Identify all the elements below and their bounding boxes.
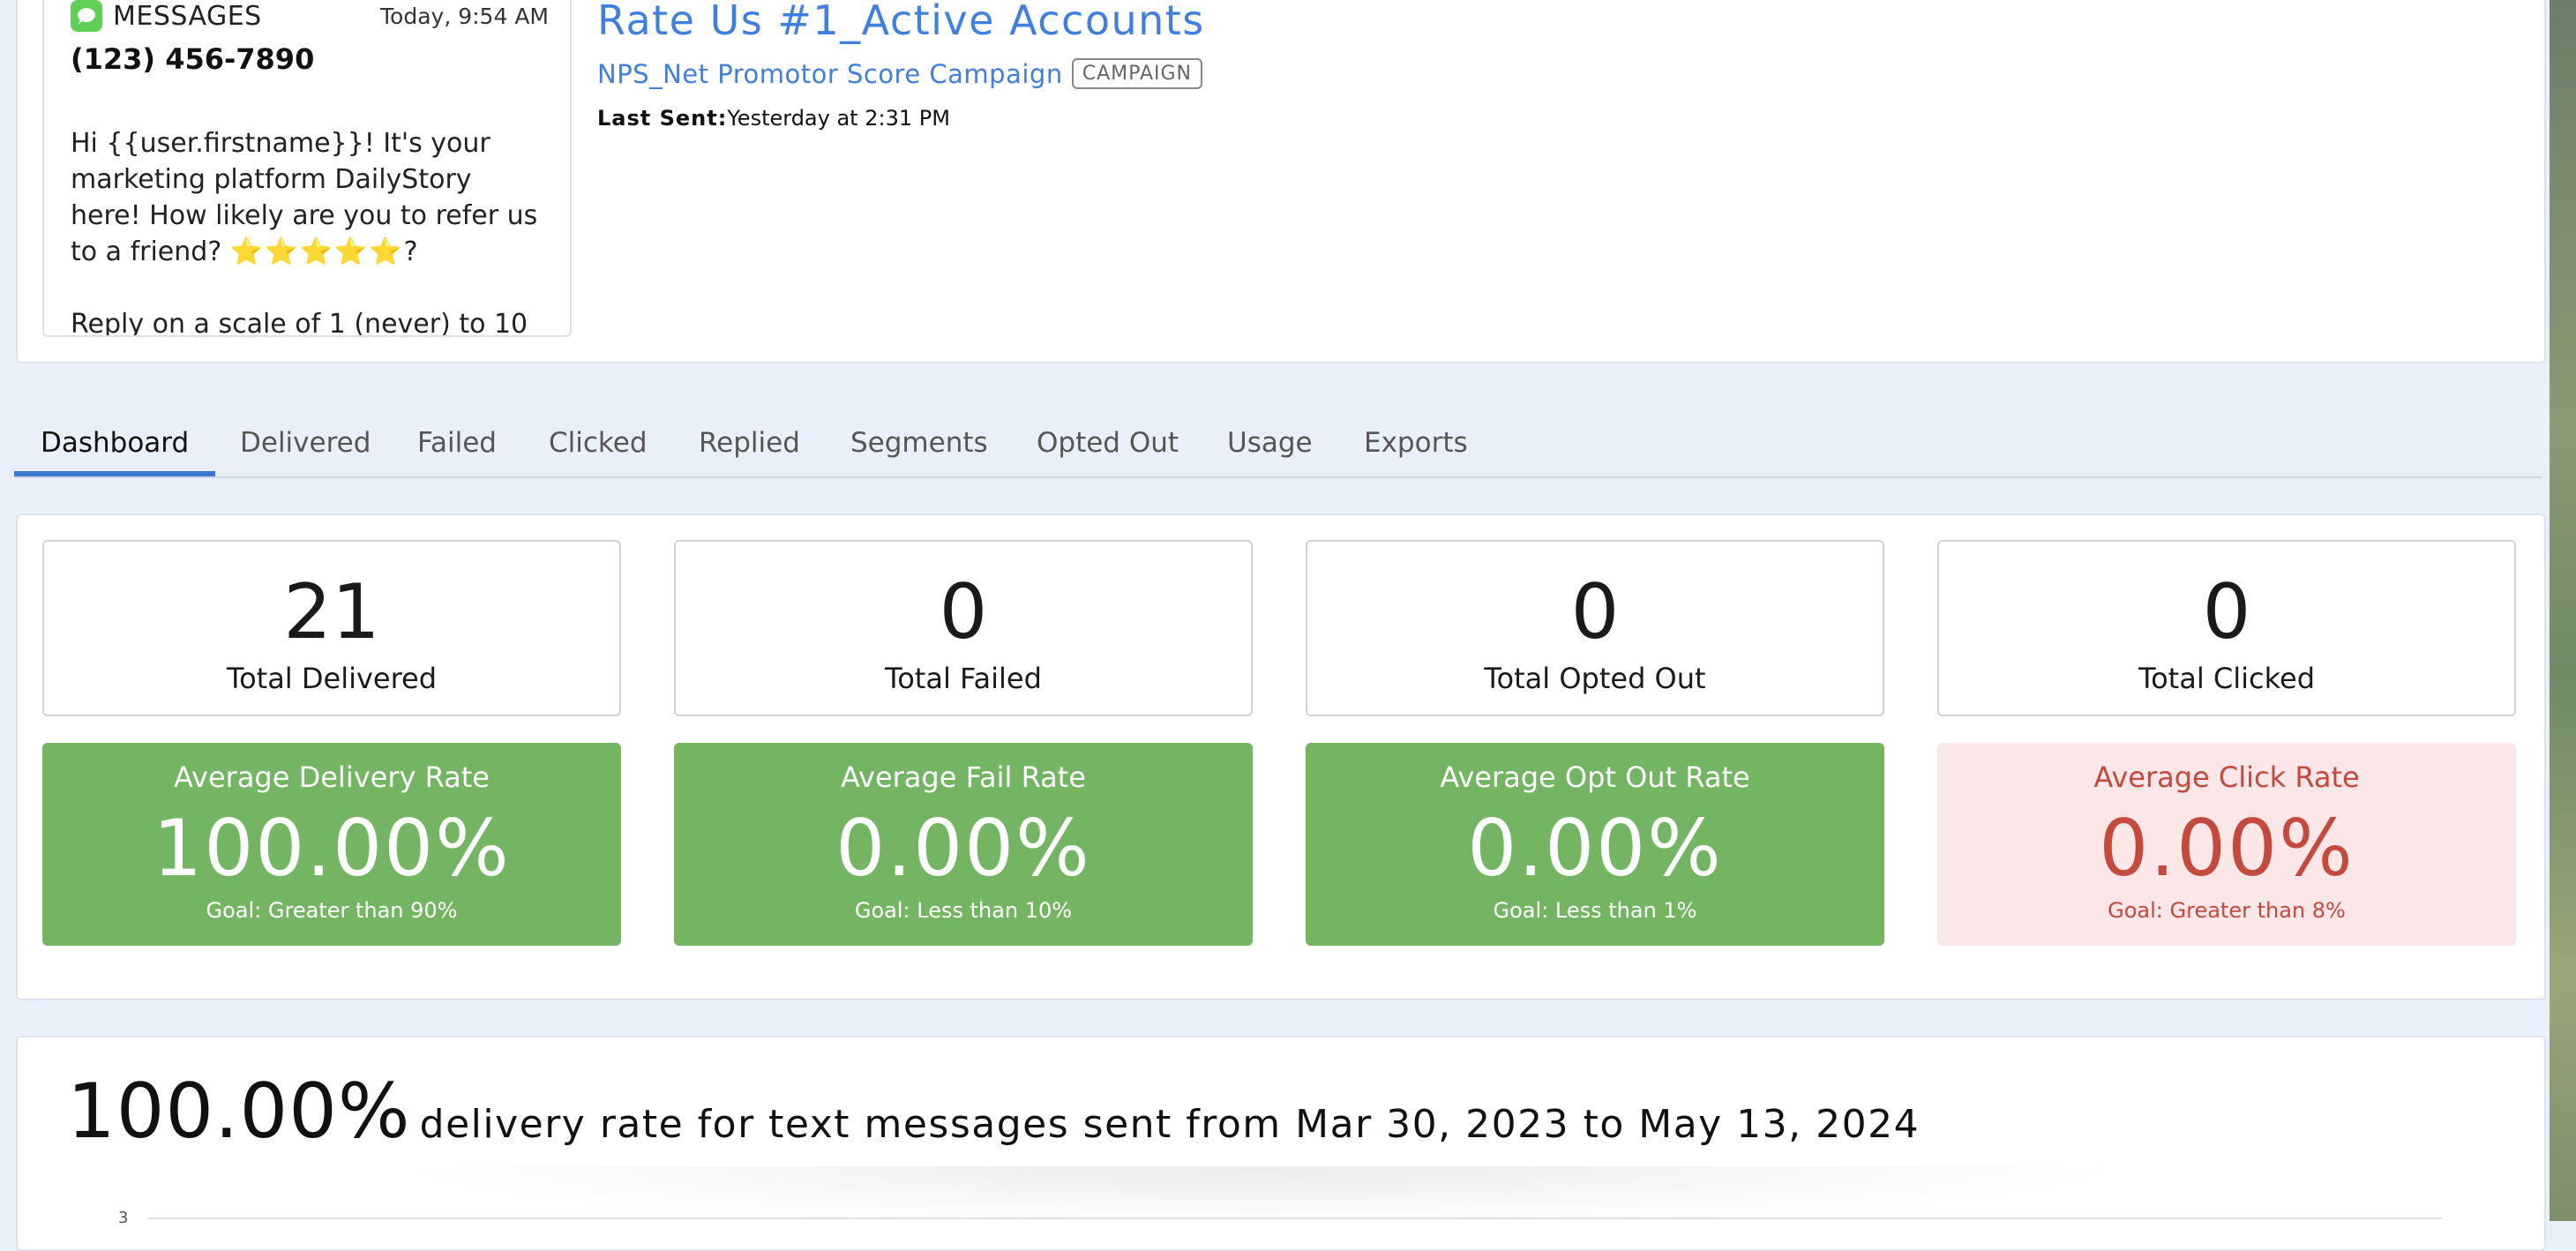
stat-value: 21: [283, 568, 380, 656]
tab-dashboard[interactable]: Dashboard: [41, 427, 189, 473]
summary-text: delivery rate for text messages sent fro…: [419, 1102, 1921, 1147]
stat-label: Total Delivered: [226, 662, 438, 695]
message-body-continued: Reply on a scale of 1 (never) to 10 (no-: [71, 309, 528, 337]
rate-card-click: Average Click Rate 0.00% Goal: Greater t…: [1937, 743, 2516, 946]
stat-card-clicked: 0 Total Clicked: [1937, 540, 2516, 716]
tab-clicked[interactable]: Clicked: [549, 427, 648, 473]
tab-usage[interactable]: Usage: [1227, 427, 1313, 473]
page-title: Rate Us #1_Active Accounts: [597, 0, 1205, 44]
rate-title: Average Fail Rate: [841, 760, 1086, 794]
rate-title: Average Click Rate: [2093, 760, 2360, 794]
rate-card-delivery: Average Delivery Rate 100.00% Goal: Grea…: [42, 743, 621, 946]
rate-value: 0.00%: [2099, 803, 2355, 894]
stat-label: Total Clicked: [2138, 662, 2315, 695]
rate-goal: Goal: Greater than 8%: [2108, 898, 2346, 923]
last-sent: Last Sent:Yesterday at 2:31 PM: [597, 106, 950, 131]
tab-opted-out[interactable]: Opted Out: [1037, 427, 1179, 473]
message-question-mark: ?: [403, 236, 418, 267]
rate-value: 0.00%: [1467, 803, 1723, 894]
chart-y-tick: 3: [118, 1209, 129, 1227]
active-tab-indicator: [14, 471, 215, 476]
messages-app-label: MESSAGES: [113, 0, 262, 32]
rate-value: 0.00%: [835, 803, 1091, 894]
message-preview-card: MESSAGES Today, 9:54 AM (123) 456-7890 H…: [42, 0, 572, 337]
tab-replied[interactable]: Replied: [699, 427, 800, 473]
stat-value: 0: [939, 568, 988, 656]
campaign-link[interactable]: NPS_Net Promotor Score Campaign: [597, 59, 1063, 89]
stat-card-failed: 0 Total Failed: [674, 540, 1253, 716]
rate-goal: Goal: Less than 1%: [1493, 898, 1697, 923]
last-sent-value: Yesterday at 2:31 PM: [727, 106, 950, 131]
message-phone-number: (123) 456-7890: [71, 42, 315, 76]
message-header: MESSAGES: [71, 0, 262, 32]
chart-gridline: [148, 1217, 2442, 1219]
rate-title: Average Delivery Rate: [174, 760, 490, 794]
stat-card-delivered: 21 Total Delivered: [42, 540, 621, 716]
rate-goal: Goal: Less than 10%: [854, 898, 1073, 923]
background-strip: [2550, 0, 2576, 1221]
star-rating-icons: ⭐⭐⭐⭐⭐: [229, 236, 404, 267]
tab-segments[interactable]: Segments: [850, 427, 988, 473]
rate-value: 100.00%: [153, 803, 511, 894]
stat-value: 0: [1570, 568, 1620, 656]
rate-card-fail: Average Fail Rate 0.00% Goal: Less than …: [674, 743, 1253, 946]
campaign-row: NPS_Net Promotor Score Campaign CAMPAIGN: [597, 58, 1202, 89]
rate-goal: Goal: Greater than 90%: [206, 898, 458, 923]
stat-label: Total Failed: [885, 662, 1042, 695]
campaign-badge: CAMPAIGN: [1071, 58, 1202, 89]
message-time: Today, 9:54 AM: [380, 4, 549, 29]
messages-app-icon: [71, 0, 102, 32]
last-sent-label: Last Sent:: [597, 106, 728, 131]
stat-value: 0: [2202, 568, 2251, 656]
delivery-summary: 100.00% delivery rate for text messages s…: [67, 1067, 1920, 1156]
stat-card-opted-out: 0 Total Opted Out: [1306, 540, 1884, 716]
message-body: Hi {{user.firstname}}! It's your marketi…: [71, 125, 547, 337]
tab-failed[interactable]: Failed: [417, 427, 497, 473]
summary-rate: 100.00%: [67, 1067, 411, 1156]
tab-exports[interactable]: Exports: [1364, 427, 1468, 473]
stat-label: Total Opted Out: [1484, 662, 1706, 695]
tab-delivered[interactable]: Delivered: [240, 427, 371, 473]
rate-card-opt-out: Average Opt Out Rate 0.00% Goal: Less th…: [1306, 743, 1884, 946]
tab-bar: Dashboard Delivered Failed Clicked Repli…: [14, 415, 2542, 478]
rate-title: Average Opt Out Rate: [1440, 760, 1750, 794]
